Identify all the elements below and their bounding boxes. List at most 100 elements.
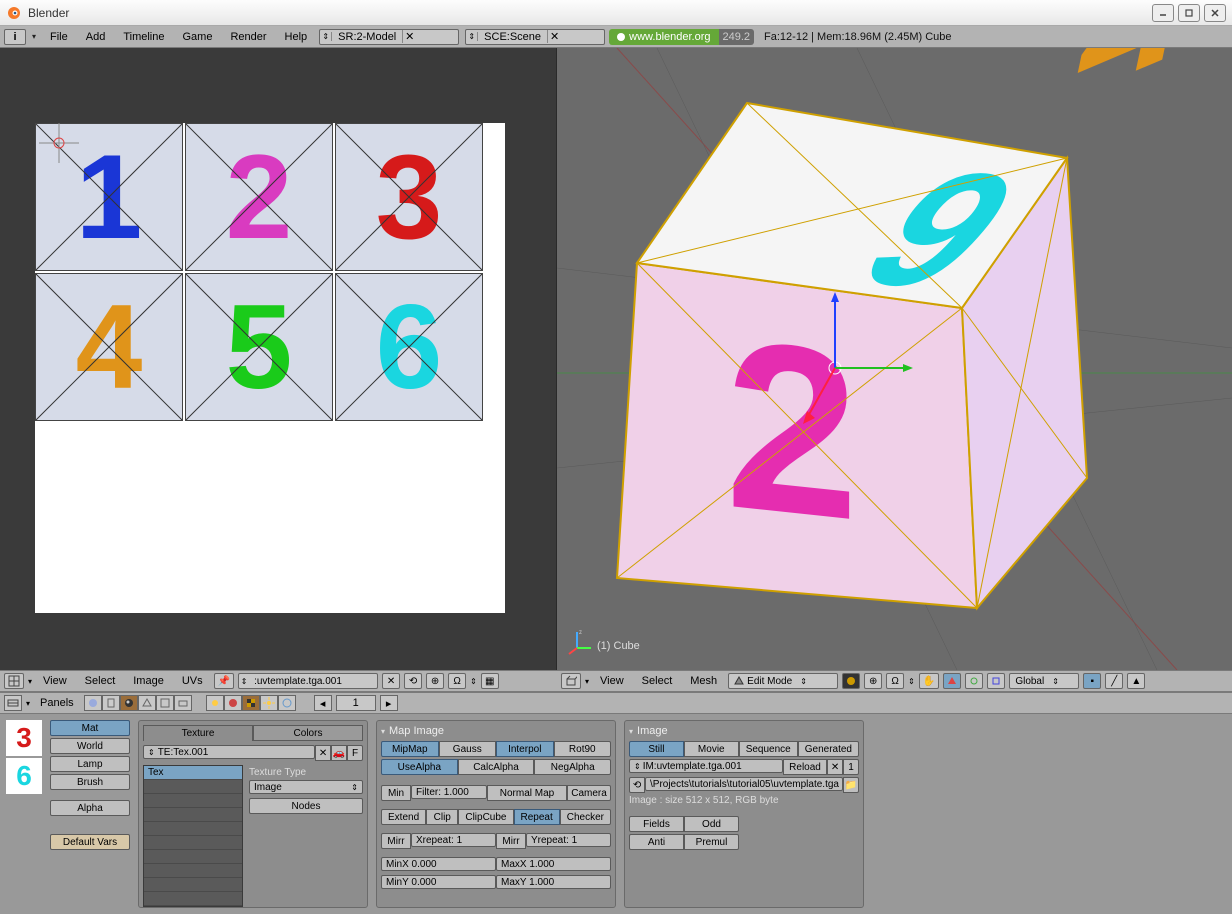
editing-context-icon[interactable] bbox=[156, 695, 174, 711]
editor-type-icon[interactable] bbox=[4, 673, 24, 689]
maxx-field[interactable]: MaxX 1.000 bbox=[496, 857, 611, 871]
menu-select[interactable]: Select bbox=[78, 675, 123, 687]
radiosity-subcontext-icon[interactable] bbox=[260, 695, 278, 711]
mirr-x-button[interactable]: Mirr bbox=[381, 833, 411, 849]
texture-name-field[interactable]: ⇕TE:Tex.001 bbox=[143, 745, 315, 759]
texture-slot-empty[interactable] bbox=[144, 850, 242, 864]
pivot-icon[interactable]: ⊕ bbox=[426, 673, 444, 689]
uv-tile-5[interactable]: 5 bbox=[185, 273, 333, 421]
buttons-type-icon[interactable] bbox=[4, 695, 22, 711]
texture-slot[interactable]: Tex bbox=[144, 766, 242, 780]
image-path-field[interactable]: \Projects\tutorials\tutorial05\uvtemplat… bbox=[645, 777, 843, 791]
menu-render[interactable]: Render bbox=[222, 31, 274, 43]
tab-colors[interactable]: Colors bbox=[253, 725, 363, 741]
editor-type-icon[interactable] bbox=[561, 673, 581, 689]
checker-button[interactable]: Checker bbox=[560, 809, 611, 825]
expand-icon[interactable]: ▾ bbox=[28, 677, 32, 686]
generated-tab[interactable]: Generated bbox=[798, 741, 859, 757]
uv-canvas[interactable]: 123456 bbox=[35, 123, 505, 613]
reload-icon[interactable]: ⟲ bbox=[404, 673, 422, 689]
scale-icon[interactable] bbox=[987, 673, 1005, 689]
texture-subcontext-icon[interactable] bbox=[242, 695, 260, 711]
normalmap-button[interactable]: Normal Map bbox=[487, 785, 567, 801]
odd-button[interactable]: Odd bbox=[684, 816, 739, 832]
tab-mat[interactable]: Mat bbox=[50, 720, 130, 736]
calcalpha-button[interactable]: CalcAlpha bbox=[458, 759, 535, 775]
texture-type-selector[interactable]: Image⇕ bbox=[249, 780, 363, 794]
logic-context-icon[interactable] bbox=[84, 695, 102, 711]
script-context-icon[interactable] bbox=[102, 695, 120, 711]
miny-field[interactable]: MinY 0.000 bbox=[381, 875, 496, 889]
tab-brush[interactable]: Brush bbox=[50, 774, 130, 790]
maximize-button[interactable] bbox=[1178, 4, 1200, 22]
camera-space-button[interactable]: Camera bbox=[567, 785, 611, 801]
negalpha-button[interactable]: NegAlpha bbox=[534, 759, 611, 775]
usealpha-button[interactable]: UseAlpha bbox=[381, 759, 458, 775]
anti-button[interactable]: Anti bbox=[629, 834, 684, 850]
auto-button[interactable]: 🚗 bbox=[331, 745, 347, 761]
info-icon[interactable]: i bbox=[4, 29, 26, 45]
orientation-selector[interactable]: Global⇕ bbox=[1009, 673, 1079, 689]
frame-prev-icon[interactable]: ◂ bbox=[314, 695, 332, 711]
3d-view-pane[interactable]: 2 4 6 bbox=[557, 48, 1232, 670]
movie-tab[interactable]: Movie bbox=[684, 741, 739, 757]
texture-slot-empty[interactable] bbox=[144, 808, 242, 822]
texture-slot-empty[interactable] bbox=[144, 892, 242, 906]
menu-uvs[interactable]: UVs bbox=[175, 675, 210, 687]
mirr-y-button[interactable]: Mirr bbox=[496, 833, 526, 849]
manipulator-icon[interactable]: ✋ bbox=[919, 673, 939, 689]
pin-icon[interactable]: 📌 bbox=[214, 673, 234, 689]
image-name-field[interactable]: ⇕IM:uvtemplate.tga.001 bbox=[629, 759, 783, 773]
tab-lamp[interactable]: Lamp bbox=[50, 756, 130, 772]
default-vars-button[interactable]: Default Vars bbox=[50, 834, 130, 850]
sync-icon[interactable]: ▦ bbox=[481, 673, 499, 689]
menu-view[interactable]: View bbox=[593, 675, 631, 687]
unlink-button[interactable]: ✕ bbox=[827, 759, 843, 775]
menu-help[interactable]: Help bbox=[277, 31, 316, 43]
min-button[interactable]: Min bbox=[381, 785, 411, 801]
uv-editor-pane[interactable]: 123456 bbox=[0, 48, 557, 670]
screen-selector[interactable]: ⇕SR:2-Model✕ bbox=[319, 29, 459, 45]
shading-icon[interactable] bbox=[842, 673, 860, 689]
snap-icon[interactable]: Ω bbox=[886, 673, 904, 689]
material-subcontext-icon[interactable] bbox=[224, 695, 242, 711]
still-tab[interactable]: Still bbox=[629, 741, 684, 757]
close-icon[interactable]: ✕ bbox=[547, 30, 561, 43]
translate-icon[interactable] bbox=[943, 673, 961, 689]
users-button[interactable]: 1 bbox=[843, 759, 859, 775]
browse-icon[interactable]: 📁 bbox=[843, 777, 859, 793]
x-button[interactable]: ✕ bbox=[382, 673, 400, 689]
maxy-field[interactable]: MaxY 1.000 bbox=[496, 875, 611, 889]
x-button[interactable]: ✕ bbox=[315, 745, 331, 761]
repeat-button[interactable]: Repeat bbox=[514, 809, 560, 825]
uv-tile-1[interactable]: 1 bbox=[35, 123, 183, 271]
minx-field[interactable]: MinX 0.000 bbox=[381, 857, 496, 871]
lamp-subcontext-icon[interactable] bbox=[206, 695, 224, 711]
tab-texture[interactable]: Texture bbox=[143, 725, 253, 741]
image-selector[interactable]: ⇕:uvtemplate.tga.001 bbox=[238, 673, 378, 689]
vertex-select-icon[interactable]: ▪ bbox=[1083, 673, 1101, 689]
extend-button[interactable]: Extend bbox=[381, 809, 426, 825]
rotate-icon[interactable] bbox=[965, 673, 983, 689]
menu-timeline[interactable]: Timeline bbox=[115, 31, 172, 43]
close-icon[interactable]: ✕ bbox=[402, 30, 416, 43]
premul-button[interactable]: Premul bbox=[684, 834, 739, 850]
texture-slot-empty[interactable] bbox=[144, 780, 242, 794]
interpol-button[interactable]: Interpol bbox=[496, 741, 554, 757]
uv-tile-2[interactable]: 2 bbox=[185, 123, 333, 271]
filter-field[interactable]: Filter: 1.000 bbox=[411, 785, 487, 799]
menu-mesh[interactable]: Mesh bbox=[683, 675, 724, 687]
frame-next-icon[interactable]: ▸ bbox=[380, 695, 398, 711]
clipcube-button[interactable]: ClipCube bbox=[458, 809, 513, 825]
frame-field[interactable]: 1 bbox=[336, 695, 376, 711]
scene-context-icon[interactable] bbox=[174, 695, 192, 711]
uv-tile-6[interactable]: 6 bbox=[335, 273, 483, 421]
shading-context-icon[interactable] bbox=[120, 695, 138, 711]
nodes-button[interactable]: Nodes bbox=[249, 798, 363, 814]
menu-game[interactable]: Game bbox=[175, 31, 221, 43]
xrepeat-field[interactable]: Xrepeat: 1 bbox=[411, 833, 496, 847]
close-button[interactable] bbox=[1204, 4, 1226, 22]
fields-button[interactable]: Fields bbox=[629, 816, 684, 832]
uv-tile-3[interactable]: 3 bbox=[335, 123, 483, 271]
rot90-button[interactable]: Rot90 bbox=[554, 741, 612, 757]
